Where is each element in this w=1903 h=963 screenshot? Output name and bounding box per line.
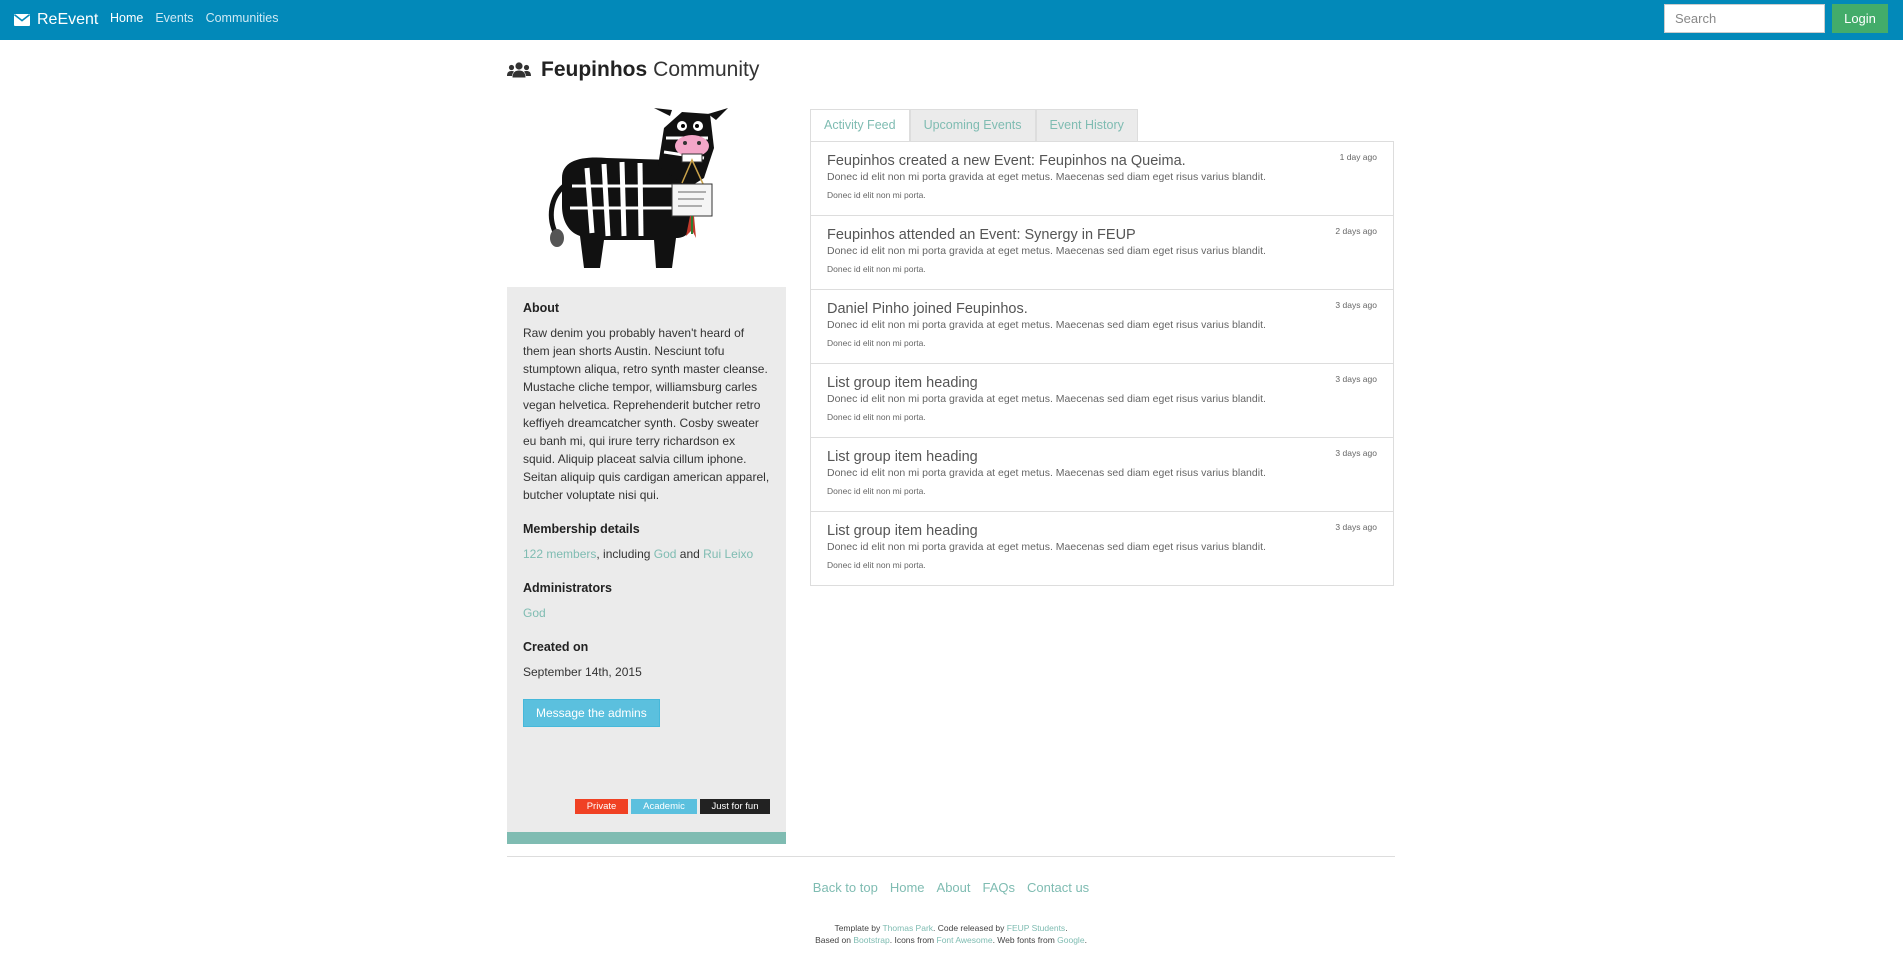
created-heading: Created on [523,640,589,654]
feed-item-small: Donec id elit non mi porta. [827,412,926,422]
nav-communities[interactable]: Communities [206,11,279,25]
about-text: Raw denim you probably haven't heard of … [523,326,770,502]
feed-item-text: Donec id elit non mi porta gravida at eg… [827,319,1266,331]
message-admins-button[interactable]: Message the admins [523,699,660,727]
community-tags: Private Academic Just for fun [575,799,770,814]
nav-events[interactable]: Events [155,11,193,25]
panel-bottom-bar [507,832,786,844]
credit-text: . [1084,935,1087,945]
footer-link-contact-us[interactable]: Contact us [1027,880,1089,895]
feed-item-small: Donec id elit non mi porta. [827,560,926,570]
nav-home[interactable]: Home [110,11,143,25]
membership-heading: Membership details [523,522,640,536]
credit-link-font-awesome[interactable]: Font Awesome [937,935,993,945]
footer-link-home[interactable]: Home [890,880,925,895]
community-name: Feupinhos [541,58,648,81]
brand-name: ReEvent [37,11,99,28]
feed-item-heading: Feupinhos attended an Event: Synergy in … [827,227,1136,243]
list-item[interactable]: Daniel Pinho joined Feupinhos. Donec id … [811,290,1393,364]
feed-item-time: 1 day ago [1339,152,1377,162]
navbar: ReEvent Home Events Communities Login [0,0,1903,40]
feed-item-heading: Feupinhos created a new Event: Feupinhos… [827,153,1186,169]
credit-link-feup-students[interactable]: FEUP Students [1007,923,1065,933]
about-heading: About [523,301,560,315]
tab-event-history[interactable]: Event History [1035,109,1138,141]
feed-item-heading: Daniel Pinho joined Feupinhos. [827,301,1028,317]
list-item[interactable]: Feupinhos created a new Event: Feupinhos… [811,142,1393,216]
credit-link-thomas-park[interactable]: Thomas Park [882,923,933,933]
login-button[interactable]: Login [1832,4,1888,33]
feed-item-small: Donec id elit non mi porta. [827,338,926,348]
footer-credits: Template by Thomas Park. Code released b… [507,922,1395,946]
feed-item-text: Donec id elit non mi porta gravida at eg… [827,541,1266,553]
footer-link-back-to-top[interactable]: Back to top [813,880,878,895]
tag-just-for-fun[interactable]: Just for fun [700,799,770,814]
feed-tabs: Activity Feed Upcoming Events Event Hist… [810,109,1138,141]
membership-details: 122 members, including God and Rui Leixo [523,545,770,563]
footer-link-faqs[interactable]: FAQs [983,880,1016,895]
feed-item-time: 3 days ago [1335,448,1377,458]
brand-link[interactable]: ReEvent [14,0,98,40]
credit-link-bootstrap[interactable]: Bootstrap [853,935,889,945]
page-title: Feupinhos Community [507,55,759,85]
feed-item-time: 2 days ago [1335,226,1377,236]
tab-activity-feed[interactable]: Activity Feed [810,109,910,141]
credit-text: . Icons from [889,935,937,945]
list-item[interactable]: List group item heading Donec id elit no… [811,364,1393,438]
list-item[interactable]: List group item heading Donec id elit no… [811,512,1393,585]
credit-text: . Code released by [933,923,1007,933]
title-suffix: Community [653,58,760,81]
administrators-heading: Administrators [523,581,612,595]
zebra-mascot-image [548,108,728,268]
administrators-list: God [523,604,770,622]
admin-link-god[interactable]: God [523,606,546,620]
search-input[interactable] [1664,4,1825,33]
credits-line-1: Template by Thomas Park. Code released b… [507,922,1395,934]
feed-item-time: 3 days ago [1335,522,1377,532]
feed-item-small: Donec id elit non mi porta. [827,190,926,200]
created-date: September 14th, 2015 [523,665,642,679]
feed-item-small: Donec id elit non mi porta. [827,264,926,274]
tag-private[interactable]: Private [575,799,628,814]
feed-item-text: Donec id elit non mi porta gravida at eg… [827,393,1266,405]
activity-feed-list: Feupinhos created a new Event: Feupinhos… [810,141,1394,586]
members-link[interactable]: 122 members [523,547,596,561]
feed-item-time: 3 days ago [1335,374,1377,384]
and-text: and [676,547,704,561]
feed-item-time: 3 days ago [1335,300,1377,310]
nav-links: Home Events Communities [110,0,291,35]
credit-text: . Web fonts from [992,935,1058,945]
community-image [507,108,786,272]
credits-line-2: Based on Bootstrap. Icons from Font Awes… [507,934,1395,946]
envelope-icon [14,14,30,26]
footer-divider [507,856,1395,857]
including-text: , including [596,547,654,561]
feed-item-heading: List group item heading [827,523,978,539]
list-item[interactable]: Feupinhos attended an Event: Synergy in … [811,216,1393,290]
feed-item-heading: List group item heading [827,375,978,391]
footer-link-about[interactable]: About [937,880,971,895]
list-item[interactable]: List group item heading Donec id elit no… [811,438,1393,512]
credit-link-google[interactable]: Google [1057,935,1084,945]
tab-upcoming-events[interactable]: Upcoming Events [909,109,1036,141]
credit-text: . [1065,923,1068,933]
member-link-rui-leixo[interactable]: Rui Leixo [703,547,753,561]
users-icon [507,62,531,78]
community-info-panel: About Raw denim you probably haven't hea… [507,287,786,832]
member-link-god[interactable]: God [654,547,677,561]
feed-item-text: Donec id elit non mi porta gravida at eg… [827,467,1266,479]
feed-item-small: Donec id elit non mi porta. [827,486,926,496]
credit-text: Template by [834,923,883,933]
feed-item-text: Donec id elit non mi porta gravida at eg… [827,171,1266,183]
feed-item-heading: List group item heading [827,449,978,465]
tag-academic[interactable]: Academic [631,799,697,814]
feed-item-text: Donec id elit non mi porta gravida at eg… [827,245,1266,257]
footer-links: Back to top Home About FAQs Contact us [507,880,1395,895]
credit-text: Based on [815,935,854,945]
